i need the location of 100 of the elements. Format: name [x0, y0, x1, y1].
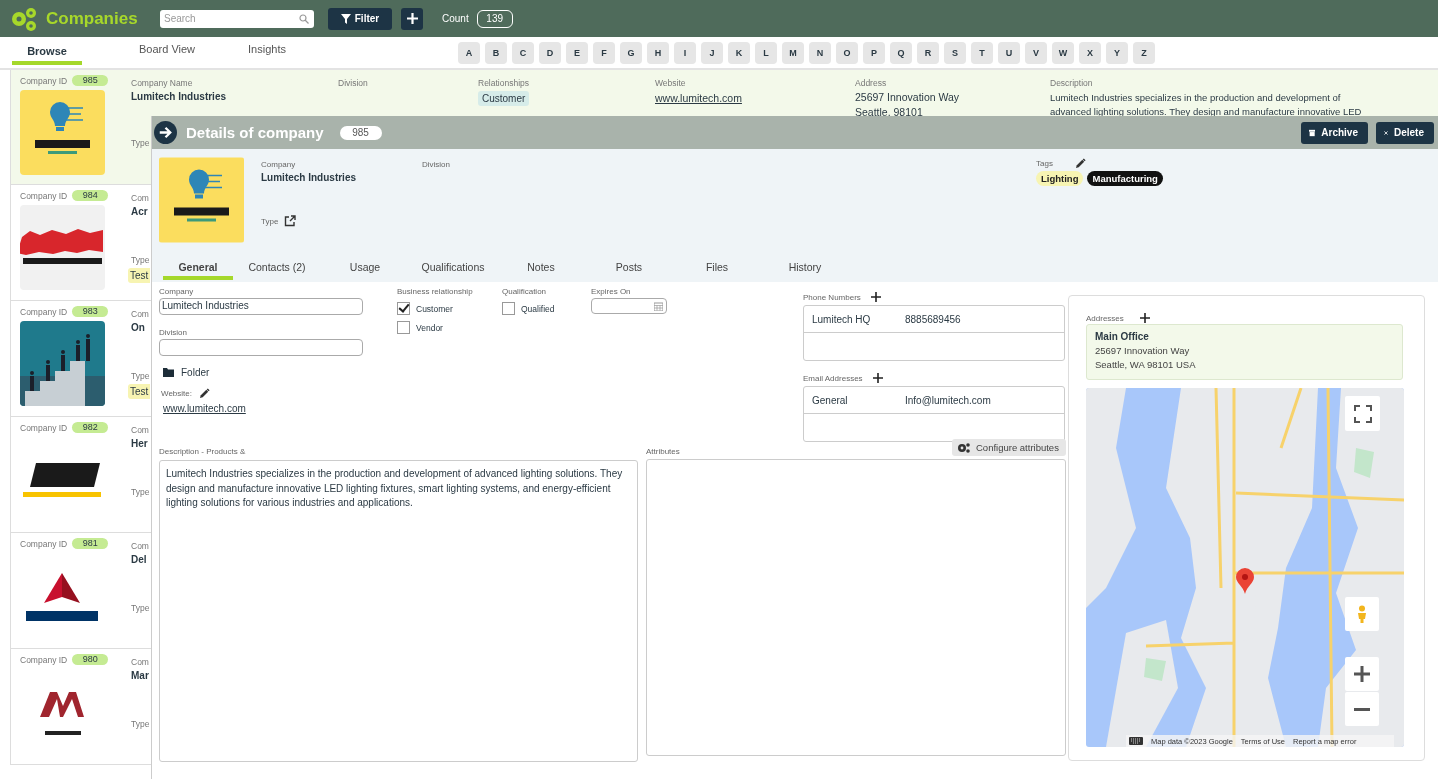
address-item[interactable]: Main Office 25697 Innovation Way Seattle, WA 98101 USA: [1086, 324, 1403, 380]
map-pin-icon[interactable]: [1236, 568, 1254, 594]
letter-filter-button[interactable]: M: [782, 42, 804, 64]
id-label: Company ID: [20, 422, 68, 433]
letter-filter-button[interactable]: C: [512, 42, 534, 64]
letter-filter-button[interactable]: H: [647, 42, 669, 64]
zoom-out-button[interactable]: [1345, 692, 1379, 726]
folder-link[interactable]: Folder: [181, 367, 210, 378]
letter-filter-button[interactable]: R: [917, 42, 939, 64]
detail-tab[interactable]: Usage: [321, 256, 409, 280]
detail-tab[interactable]: Qualifications: [409, 256, 497, 280]
fullscreen-icon: [1353, 404, 1372, 423]
letter-filter-button[interactable]: S: [944, 42, 966, 64]
view-tab[interactable]: Insights: [226, 37, 308, 64]
contact-name: Lumitech HQ: [812, 313, 872, 325]
letter-filter-button[interactable]: Z: [1133, 42, 1155, 64]
fullscreen-button[interactable]: [1345, 396, 1380, 431]
keyboard-icon[interactable]: [1129, 737, 1143, 745]
letter-filter-button[interactable]: O: [836, 42, 858, 64]
website-link[interactable]: www.lumitech.com: [163, 403, 363, 414]
plus-icon[interactable]: [872, 373, 883, 383]
detail-tab[interactable]: Posts: [585, 256, 673, 280]
external-link-icon[interactable]: [284, 215, 297, 227]
configure-attributes-button[interactable]: Configure attributes: [952, 439, 1066, 456]
company-field[interactable]: Lumitech Industries: [159, 298, 363, 315]
address-line: Seattle, WA 98101 USA: [1095, 359, 1197, 370]
letter-filter-button[interactable]: U: [998, 42, 1020, 64]
view-tab[interactable]: Board View: [112, 37, 222, 64]
tag: Manufacturing: [1087, 171, 1163, 186]
checkbox[interactable]: [397, 321, 410, 334]
id-label: Company ID: [20, 538, 68, 549]
plus-icon[interactable]: [1139, 313, 1150, 323]
field-label: Type: [131, 371, 150, 381]
company-name: Acr: [131, 206, 148, 217]
checkbox[interactable]: [502, 302, 515, 315]
letter-filter-button[interactable]: E: [566, 42, 588, 64]
website-link[interactable]: www.lumitech.com: [655, 92, 742, 104]
letter-filter-button[interactable]: D: [539, 42, 561, 64]
pencil-icon[interactable]: [199, 388, 210, 399]
date-field[interactable]: [591, 298, 667, 314]
search-field[interactable]: Search: [160, 9, 314, 28]
letter-filter-button[interactable]: X: [1079, 42, 1101, 64]
arrow-right-icon[interactable]: [154, 121, 177, 144]
zoom-in-button[interactable]: [1345, 657, 1379, 691]
checkbox[interactable]: [397, 302, 410, 315]
description-field[interactable]: Lumitech Industries specializes in the production and development of advanced lighting solutions. They design and manufacture innovative LED lighting fixtures, smart lighting systems, and energy-efficient lighting solutions for various industries and applications.: [159, 460, 638, 762]
letter-filter-button[interactable]: W: [1052, 42, 1074, 64]
checkbox-label: Qualified: [521, 303, 555, 314]
field-label: Company: [159, 287, 195, 296]
relationship-tag: Customer: [478, 91, 530, 106]
view-tab[interactable]: Browse: [12, 37, 82, 65]
field-label: Company: [261, 160, 297, 169]
plus-icon[interactable]: [870, 292, 881, 302]
field-label: Phone Numbers: [803, 292, 861, 302]
field-label: Relationships: [478, 78, 530, 88]
letter-filter-button[interactable]: B: [485, 42, 507, 64]
field-label: Expires On: [591, 287, 632, 296]
letter-filter-button[interactable]: A: [458, 42, 480, 64]
address-line: Seattle, 98101: [855, 106, 923, 118]
search-icon: [299, 13, 309, 24]
division-field[interactable]: [159, 339, 363, 356]
gears-icon: [957, 442, 970, 453]
detail-tab[interactable]: History: [761, 256, 849, 280]
detail-tab[interactable]: General: [163, 256, 233, 280]
app-title: Companies: [46, 8, 139, 29]
letter-filter-button[interactable]: I: [674, 42, 696, 64]
address-line: 25697 Innovation Way: [1095, 345, 1191, 356]
field-label: Type: [131, 603, 150, 613]
field-label: Com: [131, 541, 149, 551]
company-name: Del: [131, 554, 147, 565]
detail-tab[interactable]: Files: [673, 256, 761, 280]
id-badge: 984: [72, 190, 109, 201]
letter-filter-button[interactable]: Q: [890, 42, 912, 64]
letter-filter-button[interactable]: N: [809, 42, 831, 64]
letter-filter-button[interactable]: Y: [1106, 42, 1128, 64]
field-label: Attributes: [646, 447, 680, 456]
id-badge: 982: [72, 422, 109, 433]
letter-filter-button[interactable]: T: [971, 42, 993, 64]
tag: Lighting: [1036, 171, 1084, 186]
detail-tab[interactable]: Contacts (2): [233, 256, 321, 280]
letter-filter-button[interactable]: P: [863, 42, 885, 64]
filter-button[interactable]: Filter: [328, 7, 392, 30]
filter-icon: [340, 13, 351, 24]
minus-icon: [1353, 707, 1371, 711]
delete-button[interactable]: Delete: [1376, 121, 1434, 144]
letter-filter-button[interactable]: J: [701, 42, 723, 64]
letter-filter-button[interactable]: L: [755, 42, 777, 64]
field-label: Description - Products &: [159, 447, 247, 456]
archive-button[interactable]: Archive: [1301, 121, 1368, 144]
add-button[interactable]: [401, 7, 423, 30]
detail-tab[interactable]: Notes: [497, 256, 585, 280]
letter-filter-button[interactable]: K: [728, 42, 750, 64]
letter-filter-button[interactable]: G: [620, 42, 642, 64]
field-label: Email Addresses: [803, 373, 863, 383]
letter-filter-button[interactable]: F: [593, 42, 615, 64]
field-label: Division: [422, 160, 450, 169]
field-label: Website:: [161, 389, 192, 398]
letter-filter-button[interactable]: V: [1025, 42, 1047, 64]
pencil-icon[interactable]: [1074, 158, 1086, 169]
folder-icon: [163, 368, 174, 377]
